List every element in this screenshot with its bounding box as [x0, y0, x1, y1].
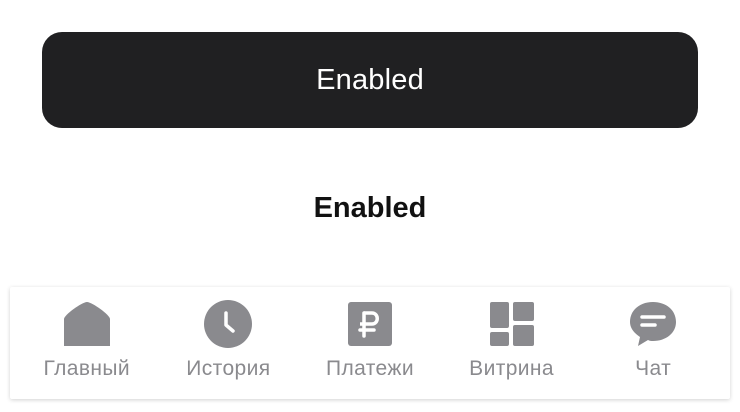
tab-payments[interactable]: Платежи	[299, 287, 441, 399]
clock-icon	[204, 300, 253, 348]
primary-enabled-button[interactable]: Enabled	[42, 32, 698, 128]
home-icon	[63, 300, 111, 348]
tab-home-label: Главный	[43, 357, 131, 380]
grid-icon	[488, 300, 536, 348]
bottom-tab-bar: Главный История Платежи Витрина Чат	[10, 287, 730, 399]
text-enabled-button[interactable]: Enabled	[42, 160, 698, 256]
tab-payments-label: Платежи	[325, 357, 414, 380]
ruble-icon	[346, 300, 394, 348]
tab-history[interactable]: История	[158, 287, 300, 399]
tab-chat[interactable]: Чат	[582, 287, 724, 399]
tab-chat-label: Чат	[635, 357, 672, 380]
chat-icon	[629, 300, 677, 348]
tab-showcase-label: Витрина	[469, 357, 554, 380]
tab-history-label: История	[186, 357, 271, 380]
tab-showcase[interactable]: Витрина	[441, 287, 583, 399]
tab-home[interactable]: Главный	[16, 287, 158, 399]
